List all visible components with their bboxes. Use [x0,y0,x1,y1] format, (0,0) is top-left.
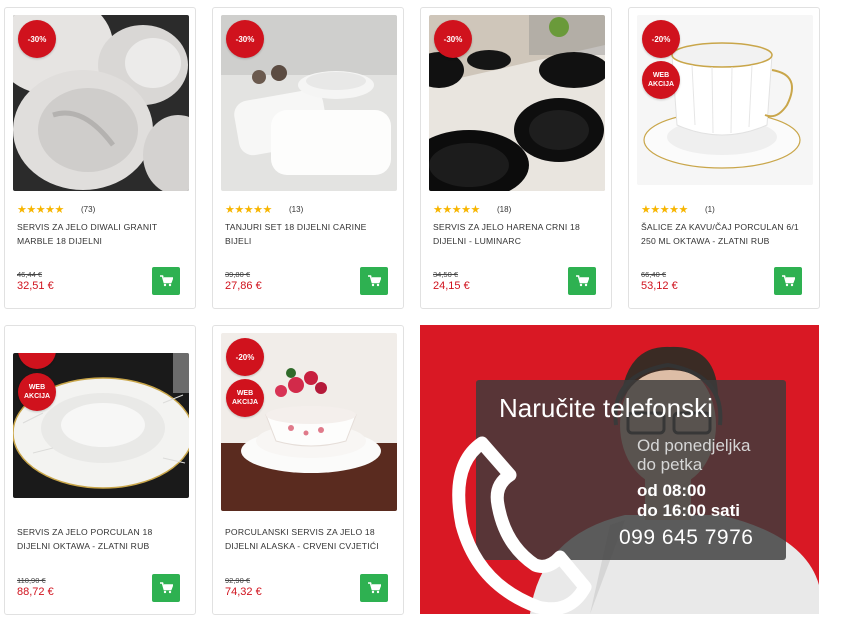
review-count: (18) [497,205,512,214]
banner-days-line1: Od ponedjeljka [637,436,751,455]
banner-phone-number[interactable]: 099 645 7976 [619,526,753,550]
product-title[interactable]: ŠALICE ZA KAVU/ČAJ PORCULAN 6/1 250 ML O… [641,220,809,248]
price: 88,72 € [17,586,54,598]
add-to-cart-button[interactable] [360,267,388,295]
product-title[interactable]: SERVIS ZA JELO DIWALI GRANIT MARBLE 18 D… [17,220,185,248]
price: 53,12 € [641,280,678,292]
product-title[interactable]: SERVIS ZA JELO PORCULAN 18 DIJELNI OKTAW… [17,525,185,553]
product-card[interactable]: -30% ★★★★★ (18) SERVIS ZA JELO HARENA CR… [420,7,612,309]
rating-stars: ★★★★★ [641,204,688,216]
phone-order-banner[interactable]: Naručite telefonski Od ponedjeljka do pe… [420,325,819,614]
product-title[interactable]: TANJURI SET 18 DIJELNI CARINE BIJELI [225,220,393,248]
product-card[interactable]: -30% ★★★★★ (13) TANJURI SET 18 DIJELNI C… [212,7,404,309]
old-price: 39,80 € [225,270,251,279]
product-image[interactable]: -30% [13,15,189,191]
product-card[interactable]: -20% WEB AKCIJA ★★★★★ (1) ŠALICE ZA KAVU/… [628,7,820,309]
cart-icon [367,582,381,594]
add-to-cart-button[interactable] [568,267,596,295]
web-akcija-badge: WEB AKCIJA [18,373,56,411]
cart-icon [367,275,381,287]
discount-badge: -30% [434,20,472,58]
web-akcija-badge: WEB AKCIJA [226,379,264,417]
product-card[interactable]: -30% ★★★★★ (73) SERVIS ZA JELO DIWALI GR… [4,7,196,309]
product-image[interactable]: -30% [221,15,397,191]
cart-icon [159,275,173,287]
product-image[interactable]: -30% [429,15,605,191]
product-image[interactable]: -20% WEBAKCIJA [13,353,189,498]
product-card[interactable]: -20% WEB AKCIJA PORCULANSKI SERVIS ZA JEL… [212,325,404,615]
old-price: 66,40 € [641,270,667,279]
review-count: (1) [705,205,715,214]
banner-title: Naručite telefonski [499,393,713,423]
discount-badge: -30% [18,20,56,58]
old-price: 46,44 € [17,270,43,279]
review-count: (13) [289,205,304,214]
review-count: (73) [81,205,96,214]
price: 32,51 € [17,280,54,292]
cart-icon [781,275,795,287]
banner-time-from: od 08:00 [637,481,706,500]
rating-stars: ★★★★★ [225,204,272,216]
add-to-cart-button[interactable] [152,574,180,602]
discount-badge: -30% [226,20,264,58]
product-image[interactable]: -20% WEBAKCIJA [221,333,397,511]
add-to-cart-button[interactable] [152,267,180,295]
product-title[interactable]: SERVIS ZA JELO HARENA CRNI 18 DIJELNI - … [433,220,601,248]
product-image[interactable]: -20% WEBAKCIJA [637,15,813,185]
discount-badge: -20% [642,20,680,58]
cart-icon [159,582,173,594]
add-to-cart-button[interactable] [774,267,802,295]
product-title[interactable]: PORCULANSKI SERVIS ZA JELO 18 DIJELNI AL… [225,525,393,553]
rating-stars: ★★★★★ [17,204,64,216]
cart-icon [575,275,589,287]
product-card[interactable]: -20% WEBAKCIJA SERVIS ZA JELO PORCULAN 1… [4,325,196,615]
old-price: 110,90 € [17,576,46,585]
old-price: 34,50 € [433,270,459,279]
price: 24,15 € [433,280,470,292]
web-akcija-badge: WEB AKCIJA [642,61,680,99]
banner-days-line2: do petka [637,455,703,474]
add-to-cart-button[interactable] [360,574,388,602]
price: 27,86 € [225,280,262,292]
phone-agent-illustration [452,346,819,614]
banner-time-to: do 16:00 sati [637,501,740,520]
price: 74,32 € [225,586,262,598]
rating-stars: ★★★★★ [433,204,480,216]
discount-badge: -20% [226,338,264,376]
old-price: 92,90 € [225,576,251,585]
